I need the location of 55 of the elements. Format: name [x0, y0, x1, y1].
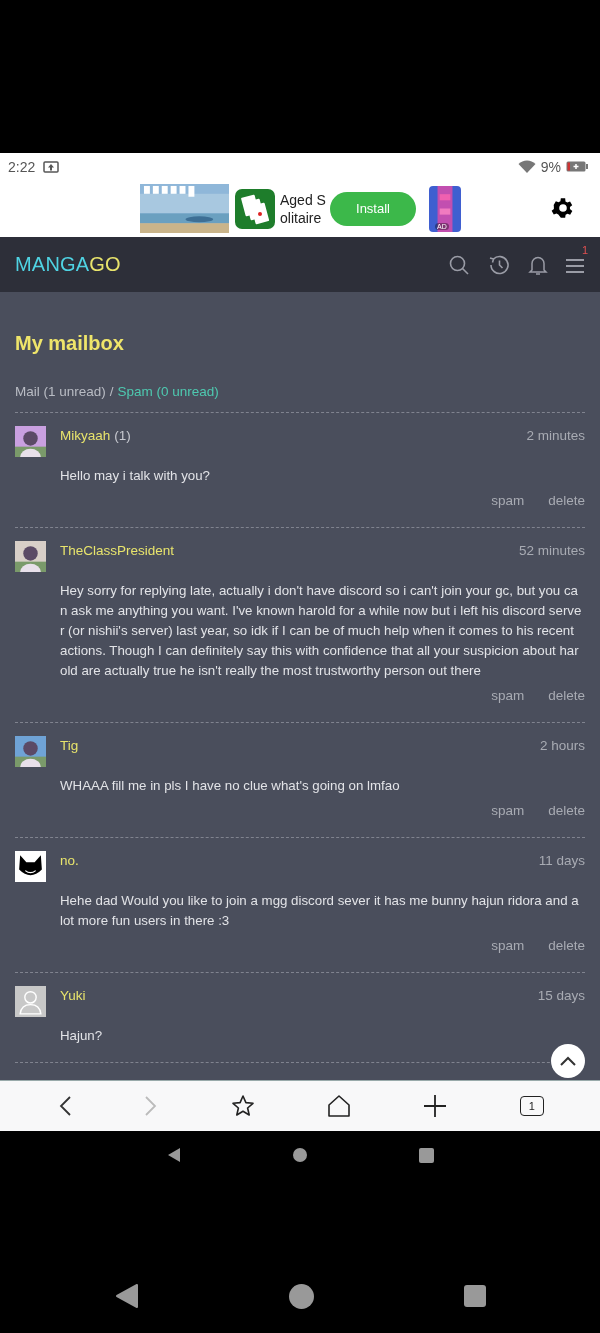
message-time: 2 hours: [539, 737, 585, 755]
battery-icon: [566, 161, 588, 172]
page-title: My mailbox: [15, 331, 125, 356]
caret-up-icon: [559, 1055, 577, 1067]
message-action-link[interactable]: spam: [491, 491, 525, 511]
back-icon[interactable]: [58, 1095, 73, 1117]
upload-icon: [43, 160, 60, 173]
nav-home-icon[interactable]: [292, 1148, 307, 1162]
sender-name[interactable]: Yuki: [60, 988, 86, 1003]
nav-back-icon[interactable]: [166, 1147, 181, 1163]
unread-count: (1): [114, 428, 131, 443]
status-time: 2:22: [8, 158, 36, 175]
message-time: 2 minutes: [526, 427, 585, 445]
message-action-link[interactable]: delete: [548, 936, 585, 956]
plus-icon[interactable]: [423, 1094, 448, 1118]
install-button[interactable]: Install: [330, 191, 416, 226]
message-text: Hey sorry for replying late, actually i don't have discord so i can't join your gc, but you can ask me anything you want. I've known harold for a while now but i left his discord server (or nishii's server) last year, so idk if I can be of much help when it comes to his recent actions. Though I can definitely say this with confidence that all your suspicion about harold are actually true he isn't really the most trustworthy person out there: [60, 582, 583, 680]
wifi-icon: [517, 159, 536, 174]
ad-app-name: Aged S: [280, 190, 327, 209]
folder-link[interactable]: Spam (0 unread): [117, 384, 219, 399]
folder-link[interactable]: Mail (1 unread): [15, 384, 106, 399]
avatar-placeholder-icon: [15, 986, 46, 1017]
sender-name[interactable]: TheClassPresident: [60, 543, 175, 558]
message-action-link[interactable]: spam: [491, 936, 525, 956]
message-action-link[interactable]: spam: [491, 801, 525, 821]
message-text: Hello may i talk with you?: [60, 467, 212, 485]
sender-name[interactable]: Tig: [60, 738, 79, 753]
history-icon[interactable]: [487, 253, 511, 276]
message-time: 15 days: [537, 987, 585, 1005]
message-text: WHAAA fill me in pls I have no clue what's going on lmfao: [60, 777, 401, 795]
message-text: Hajun?: [60, 1027, 104, 1045]
sender-name[interactable]: no.: [60, 853, 79, 868]
cards-icon: [235, 188, 275, 229]
nav-home-icon[interactable]: [288, 1283, 314, 1309]
nav-recents-icon[interactable]: [418, 1147, 434, 1163]
message-time: 11 days: [538, 852, 585, 870]
home-icon[interactable]: [327, 1094, 352, 1118]
battery-percent: 9%: [540, 158, 561, 175]
search-icon[interactable]: [448, 253, 470, 276]
nav-back-icon[interactable]: [114, 1283, 139, 1309]
message-time: 52 minutes: [518, 542, 585, 560]
star-icon[interactable]: [230, 1094, 255, 1118]
site-logo[interactable]: MANGAGO: [15, 253, 121, 276]
separator-text: /: [109, 384, 114, 399]
tab-count-button[interactable]: 1: [519, 1096, 544, 1116]
message-action-link[interactable]: delete: [548, 491, 585, 511]
sender-name[interactable]: Mikyaah: [60, 428, 111, 443]
message-action-link[interactable]: delete: [548, 686, 585, 706]
ad-app-name: olitaire: [280, 208, 323, 227]
message-action-link[interactable]: spam: [491, 686, 525, 706]
nav-recents-icon[interactable]: [463, 1285, 486, 1307]
scroll-top-button[interactable]: [551, 1044, 585, 1078]
message-text: Hehe dad Would you like to join a mgg discord sever it has me bunny hajun ridora and a lot more fun users in there :3: [60, 892, 580, 930]
message-action-link[interactable]: delete: [548, 801, 585, 821]
notification-count: 1: [581, 243, 588, 256]
